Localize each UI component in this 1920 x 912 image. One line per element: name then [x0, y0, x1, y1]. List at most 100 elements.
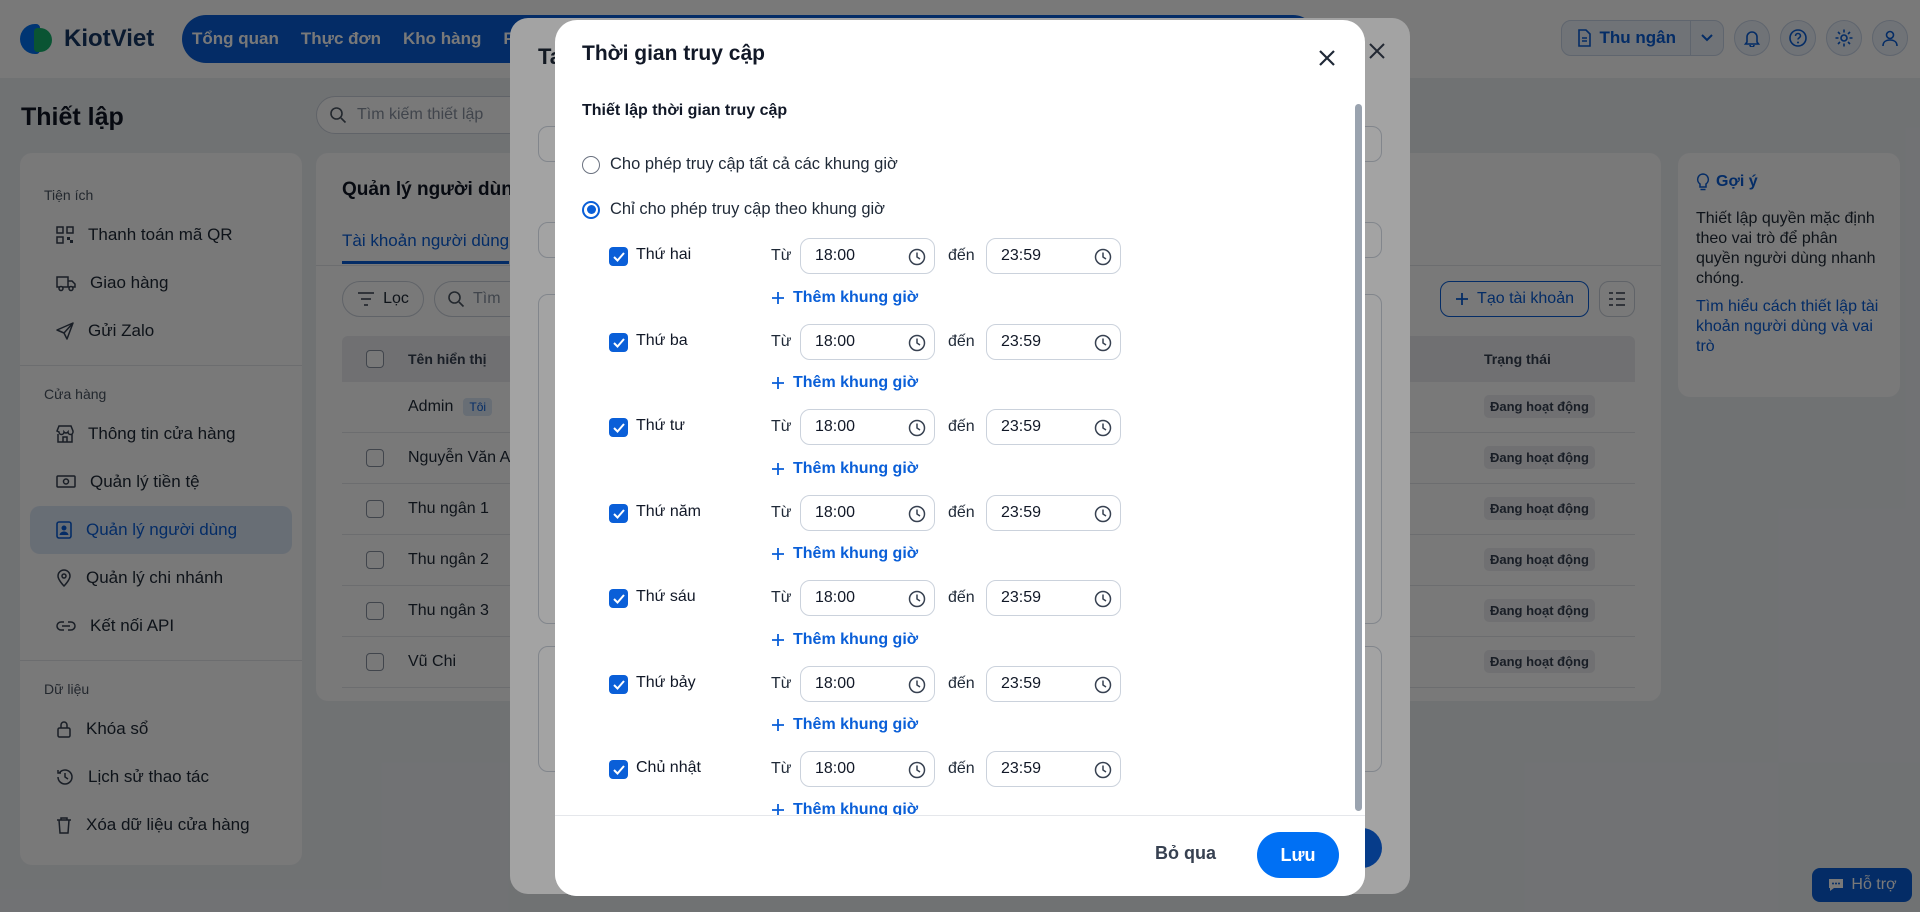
add-time-slot-button[interactable]: Thêm khung giờ [771, 716, 918, 734]
to-label: đến [948, 760, 975, 777]
day-name: Thứ hai [636, 246, 692, 263]
day-row-sunday: Chủ nhật Từ 18:00 đến 23:59 [555, 751, 1365, 789]
clock-icon [1094, 248, 1112, 266]
save-button[interactable]: Lưu [1257, 832, 1339, 878]
day-checkbox[interactable] [609, 504, 628, 523]
to-time-value: 23:59 [1001, 247, 1042, 264]
radio-allow-all-label: Cho phép truy cập tất cả các khung giờ [610, 155, 898, 173]
day-row-wednesday: Thứ tư Từ 18:00 đến 23:59 [555, 409, 1365, 447]
to-time-input[interactable]: 23:59 [986, 580, 1121, 616]
from-label: Từ [771, 247, 792, 264]
to-label: đến [948, 675, 975, 692]
day-checkbox[interactable] [609, 675, 628, 694]
clock-icon [1094, 761, 1112, 779]
add-slot-label: Thêm khung giờ [793, 545, 919, 562]
to-label: đến [948, 333, 975, 350]
clock-icon [1094, 334, 1112, 352]
add-time-slot-button[interactable]: Thêm khung giờ [771, 289, 918, 307]
from-time-value: 18:00 [815, 333, 856, 350]
add-time-slot-button[interactable]: Thêm khung giờ [771, 631, 918, 649]
modal-title: Thời gian truy cập [582, 42, 765, 65]
plus-icon [772, 463, 784, 475]
clock-icon [908, 590, 926, 608]
to-label: đến [948, 247, 975, 264]
to-time-input[interactable]: 23:59 [986, 238, 1121, 274]
add-slot-label: Thêm khung giờ [793, 460, 919, 477]
day-checkbox[interactable] [609, 333, 628, 352]
radio-button[interactable] [582, 155, 600, 174]
add-slot-label: Thêm khung giờ [793, 631, 919, 648]
skip-button[interactable]: Bỏ qua [1155, 843, 1216, 864]
plus-icon [772, 634, 784, 646]
day-row-monday: Thứ hai Từ 18:00 đến 23:59 [555, 238, 1365, 276]
clock-icon [908, 248, 926, 266]
add-time-slot-button[interactable]: Thêm khung giờ [771, 460, 918, 478]
to-label: đến [948, 418, 975, 435]
day-name: Thứ ba [636, 332, 688, 349]
from-label: Từ [771, 504, 792, 521]
to-time-input[interactable]: 23:59 [986, 324, 1121, 360]
radio-button-selected[interactable] [582, 200, 600, 219]
plus-icon [772, 719, 784, 731]
clock-icon [908, 505, 926, 523]
from-label: Từ [771, 760, 792, 777]
to-time-input[interactable]: 23:59 [986, 666, 1121, 702]
day-checkbox[interactable] [609, 589, 628, 608]
to-time-value: 23:59 [1001, 675, 1042, 692]
clock-icon [908, 676, 926, 694]
day-checkbox[interactable] [609, 760, 628, 779]
add-slot-label: Thêm khung giờ [793, 716, 919, 733]
modal-footer: Bỏ qua Lưu [555, 815, 1365, 896]
day-checkbox[interactable] [609, 418, 628, 437]
day-row-saturday: Thứ bảy Từ 18:00 đến 23:59 [555, 666, 1365, 704]
add-time-slot-button[interactable]: Thêm khung giờ [771, 545, 918, 563]
plus-icon [772, 548, 784, 560]
from-time-value: 18:00 [815, 589, 856, 606]
from-time-value: 18:00 [815, 504, 856, 521]
from-time-input[interactable]: 18:00 [800, 324, 935, 360]
access-time-section-title: Thiết lập thời gian truy cập [582, 102, 788, 119]
modal-scrollbar[interactable] [1355, 104, 1362, 811]
add-slot-label: Thêm khung giờ [793, 374, 919, 391]
from-label: Từ [771, 418, 792, 435]
from-time-value: 18:00 [815, 760, 856, 777]
from-time-value: 18:00 [815, 247, 856, 264]
day-name: Thứ sáu [636, 588, 696, 605]
day-row-thursday: Thứ năm Từ 18:00 đến 23:59 [555, 495, 1365, 533]
day-name: Thứ bảy [636, 674, 696, 691]
from-time-input[interactable]: 18:00 [800, 238, 935, 274]
day-name: Chủ nhật [636, 759, 701, 776]
to-label: đến [948, 504, 975, 521]
to-time-input[interactable]: 23:59 [986, 751, 1121, 787]
day-checkbox[interactable] [609, 247, 628, 266]
access-time-modal: Thời gian truy cập Thiết lập thời gian t… [555, 20, 1365, 896]
from-time-value: 18:00 [815, 675, 856, 692]
clock-icon [908, 761, 926, 779]
to-time-input[interactable]: 23:59 [986, 409, 1121, 445]
plus-icon [772, 377, 784, 389]
radio-limited-hours[interactable]: Chỉ cho phép truy cập theo khung giờ [582, 200, 885, 219]
close-icon[interactable] [1313, 44, 1341, 72]
to-time-value: 23:59 [1001, 333, 1042, 350]
from-label: Từ [771, 589, 792, 606]
clock-icon [1094, 590, 1112, 608]
from-time-input[interactable]: 18:00 [800, 409, 935, 445]
clock-icon [1094, 676, 1112, 694]
add-slot-label: Thêm khung giờ [793, 289, 919, 306]
plus-icon [772, 292, 784, 304]
day-row-friday: Thứ sáu Từ 18:00 đến 23:59 [555, 580, 1365, 618]
from-time-input[interactable]: 18:00 [800, 580, 935, 616]
clock-icon [1094, 505, 1112, 523]
radio-allow-all[interactable]: Cho phép truy cập tất cả các khung giờ [582, 155, 898, 174]
from-time-input[interactable]: 18:00 [800, 495, 935, 531]
day-row-tuesday: Thứ ba Từ 18:00 đến 23:59 [555, 324, 1365, 362]
from-label: Từ [771, 333, 792, 350]
to-time-value: 23:59 [1001, 504, 1042, 521]
add-time-slot-button[interactable]: Thêm khung giờ [771, 374, 918, 392]
to-time-input[interactable]: 23:59 [986, 495, 1121, 531]
to-label: đến [948, 589, 975, 606]
from-time-input[interactable]: 18:00 [800, 666, 935, 702]
clock-icon [1094, 419, 1112, 437]
from-time-input[interactable]: 18:00 [800, 751, 935, 787]
from-time-value: 18:00 [815, 418, 856, 435]
